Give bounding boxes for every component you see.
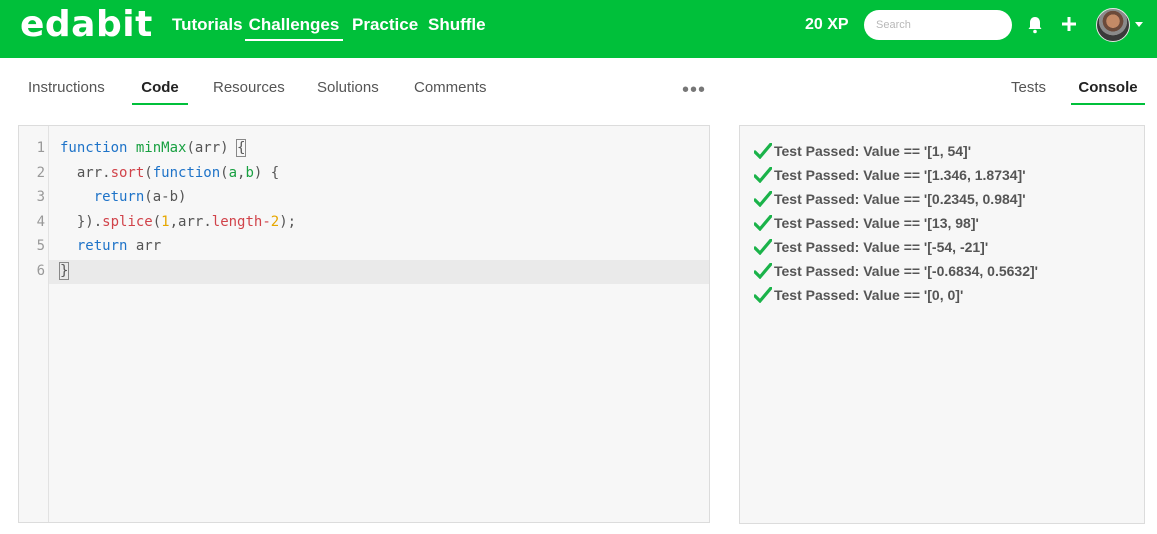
active-line-highlight xyxy=(49,260,709,284)
code-line[interactable]: arr.sort(function(a,b) { xyxy=(60,165,279,181)
checkmark-icon xyxy=(754,143,772,159)
test-result: Test Passed: Value == '[0.2345, 0.984]' xyxy=(754,191,1026,207)
test-result-text: Test Passed: Value == '[0.2345, 0.984]' xyxy=(774,191,1026,207)
line-number: 2 xyxy=(36,165,45,181)
search-input[interactable] xyxy=(864,10,1012,40)
test-result-text: Test Passed: Value == '[13, 98]' xyxy=(774,215,979,231)
line-number: 1 xyxy=(36,140,45,156)
nav-challenges[interactable]: Challenges xyxy=(245,15,343,41)
plus-icon[interactable] xyxy=(1062,17,1076,31)
test-result-text: Test Passed: Value == '[-0.6834, 0.5632]… xyxy=(774,263,1038,279)
line-number-gutter: 1 2 3 4 5 6 xyxy=(19,126,49,522)
test-result-text: Test Passed: Value == '[-54, -21]' xyxy=(774,239,989,255)
line-number: 3 xyxy=(36,189,45,205)
line-number: 4 xyxy=(36,214,45,230)
checkmark-icon xyxy=(754,215,772,231)
tab-tests[interactable]: Tests xyxy=(1011,79,1046,103)
test-result: Test Passed: Value == '[-54, -21]' xyxy=(754,239,988,255)
code-editor[interactable]: 1 2 3 4 5 6 function minMax(arr) { arr.s… xyxy=(18,125,710,523)
code-line[interactable]: return(a-b) xyxy=(60,189,187,205)
checkmark-icon xyxy=(754,191,772,207)
tab-comments[interactable]: Comments xyxy=(414,79,487,103)
xp-counter[interactable]: 20 XP xyxy=(805,16,849,34)
chevron-down-icon[interactable] xyxy=(1135,22,1143,28)
edabit-logo[interactable]: edabit xyxy=(20,4,153,45)
line-number: 5 xyxy=(36,238,45,254)
test-result: Test Passed: Value == '[0, 0]' xyxy=(754,287,963,303)
nav-shuffle[interactable]: Shuffle xyxy=(428,15,486,39)
checkmark-icon xyxy=(754,239,772,255)
line-number: 6 xyxy=(36,263,45,279)
tab-instructions[interactable]: Instructions xyxy=(28,79,105,103)
test-result-text: Test Passed: Value == '[1.346, 1.8734]' xyxy=(774,167,1026,183)
test-result-text: Test Passed: Value == '[1, 54]' xyxy=(774,143,972,159)
tab-resources[interactable]: Resources xyxy=(213,79,285,103)
test-result: Test Passed: Value == '[1, 54]' xyxy=(754,143,971,159)
nav-practice[interactable]: Practice xyxy=(352,15,418,39)
test-result: Test Passed: Value == '[1.346, 1.8734]' xyxy=(754,167,1026,183)
bell-icon[interactable] xyxy=(1027,16,1043,34)
top-navbar: edabit Tutorials Challenges Practice Shu… xyxy=(0,0,1157,58)
avatar[interactable] xyxy=(1096,8,1130,42)
tab-console[interactable]: Console xyxy=(1071,79,1145,105)
tab-solutions[interactable]: Solutions xyxy=(317,79,379,103)
code-line[interactable]: function minMax(arr) { xyxy=(60,139,247,157)
test-result: Test Passed: Value == '[13, 98]' xyxy=(754,215,979,231)
code-line[interactable]: }).splice(1,arr.length-2); xyxy=(60,214,296,230)
more-options-icon[interactable]: ••• xyxy=(682,80,706,100)
checkmark-icon xyxy=(754,287,772,303)
checkmark-icon xyxy=(754,263,772,279)
checkmark-icon xyxy=(754,167,772,183)
console-panel: Test Passed: Value == '[1, 54]' Test Pas… xyxy=(739,125,1145,524)
test-result-text: Test Passed: Value == '[0, 0]' xyxy=(774,287,964,303)
nav-tutorials[interactable]: Tutorials xyxy=(172,15,243,39)
code-line[interactable]: } xyxy=(58,262,70,280)
code-line[interactable]: return arr xyxy=(60,238,161,254)
test-result: Test Passed: Value == '[-0.6834, 0.5632]… xyxy=(754,263,1038,279)
tab-code[interactable]: Code xyxy=(132,79,188,105)
